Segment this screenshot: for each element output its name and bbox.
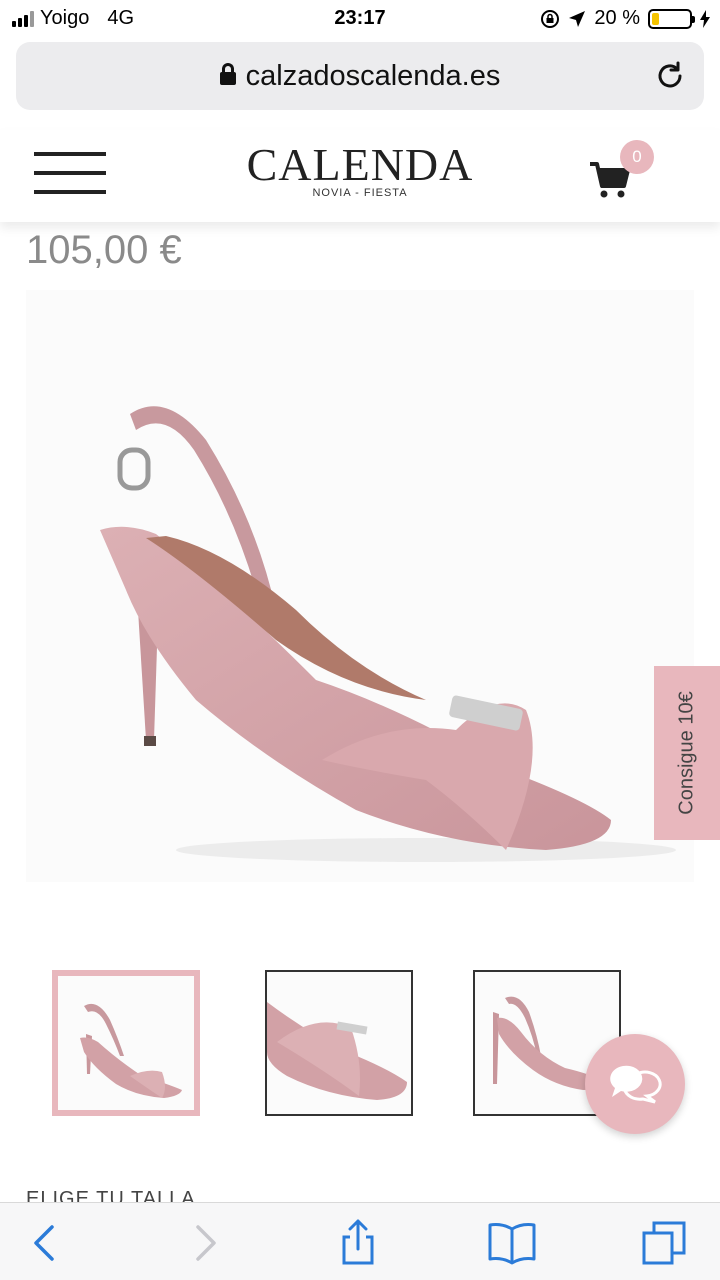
- chat-button[interactable]: [585, 1034, 685, 1134]
- url-display[interactable]: calzadoscalenda.es: [16, 60, 704, 93]
- thumbnail-image-2: [267, 972, 411, 1114]
- thumbnail-image-1: [58, 976, 194, 1110]
- bookmarks-icon[interactable]: [488, 1219, 536, 1267]
- url-text: calzadoscalenda.es: [245, 60, 501, 92]
- promo-tab[interactable]: Consigue 10€: [654, 666, 720, 840]
- promo-tab-label: Consigue 10€: [675, 691, 698, 815]
- cart-count-badge: 0: [620, 140, 654, 174]
- thumbnail-2[interactable]: [265, 970, 413, 1116]
- thumbnail-1[interactable]: [52, 970, 200, 1116]
- browser-toolbar: [0, 1202, 720, 1280]
- battery-icon: [648, 8, 695, 29]
- cart-button[interactable]: 0: [588, 140, 658, 206]
- location-icon: [569, 10, 586, 27]
- chat-icon: [610, 1065, 662, 1104]
- tabs-icon[interactable]: [640, 1219, 688, 1267]
- status-right: 20 %: [540, 7, 710, 30]
- back-icon[interactable]: [22, 1219, 70, 1267]
- charging-icon: [700, 9, 710, 28]
- site-header: CALENDA NOVIA - FIESTA 0: [0, 130, 720, 222]
- product-price: 105,00 €: [26, 228, 182, 272]
- forward-icon[interactable]: [180, 1219, 228, 1267]
- shoe-image: [100, 406, 676, 862]
- battery-fill: [652, 12, 660, 25]
- address-bar[interactable]: calzadoscalenda.es: [16, 42, 704, 110]
- lock-icon: [219, 63, 236, 86]
- rotation-lock-icon: [541, 9, 560, 28]
- product-main-image[interactable]: [26, 290, 694, 882]
- share-icon[interactable]: [334, 1219, 382, 1267]
- battery-percent: 20 %: [594, 7, 640, 29]
- reload-icon[interactable]: [654, 60, 686, 92]
- status-bar: Yoigo 4G 23:17 20 %: [0, 0, 720, 36]
